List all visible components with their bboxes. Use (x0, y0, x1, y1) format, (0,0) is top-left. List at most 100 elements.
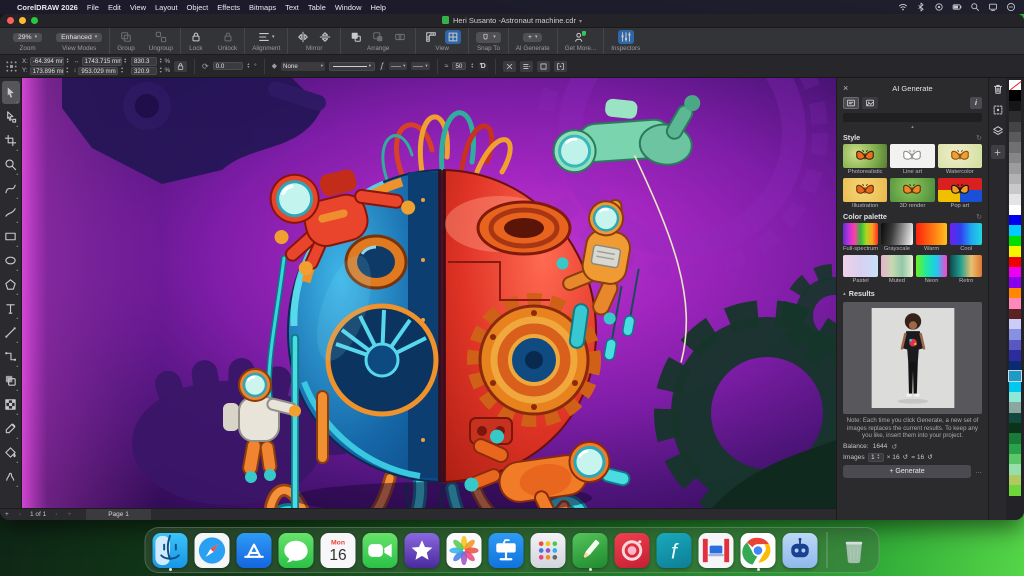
mirror-horizontal-button[interactable] (295, 30, 311, 44)
balance-history-icon[interactable]: ↺ (891, 443, 897, 451)
record-icon[interactable] (933, 2, 944, 12)
color-swatch-5ac868[interactable] (1009, 454, 1021, 465)
menu-item-bitmaps[interactable]: Bitmaps (249, 3, 276, 12)
style-thumbnail[interactable] (890, 178, 935, 202)
scale-stepper[interactable]: ▲ ▼ (159, 57, 162, 65)
palette-swatch[interactable] (950, 255, 982, 277)
color-swatch-00dd00[interactable] (1009, 235, 1021, 247)
style-refresh-icon[interactable]: ↻ (976, 134, 982, 142)
color-swatch-ff8800[interactable] (1009, 287, 1021, 299)
dock-app-launchpad[interactable] (530, 532, 566, 568)
generate-button[interactable]: + Generate (843, 464, 971, 478)
palette-option-pastel[interactable]: Pastel (843, 255, 879, 284)
object-height-field[interactable]: 953.029 mm (78, 66, 119, 75)
color-swatch-6ed63a[interactable] (1009, 485, 1021, 496)
palette-swatch[interactable] (915, 255, 948, 277)
wrap-options-dropdown[interactable] (519, 60, 533, 72)
color-swatch-707070[interactable] (1009, 142, 1021, 153)
dock-app-font-manager[interactable]: f (656, 532, 692, 568)
prompt-input[interactable] (843, 113, 982, 122)
style-thumbnail[interactable] (890, 144, 935, 168)
rotation-angle-field[interactable]: 0.0 (212, 61, 243, 71)
color-swatch-868686[interactable] (1009, 152, 1021, 164)
artistic-media-tool[interactable] (2, 201, 20, 224)
wifi-icon[interactable] (897, 2, 908, 12)
order-back-button[interactable] (370, 30, 386, 44)
color-swatch-12483e[interactable] (1009, 412, 1021, 423)
connector-tool[interactable] (2, 345, 20, 368)
color-swatch-2c2c9c[interactable] (1009, 350, 1021, 361)
color-swatch-ffffff[interactable] (1009, 204, 1021, 216)
color-swatch-5858c0[interactable] (1009, 339, 1021, 351)
rulers-button[interactable] (423, 30, 439, 44)
y-stepper[interactable]: ▲ ▼ (66, 67, 69, 74)
x-position-field[interactable]: -64.394 mm (29, 57, 64, 66)
color-swatch-0a2a72[interactable] (1009, 360, 1021, 371)
color-swatch-ccccf8[interactable] (1009, 318, 1021, 330)
dock-app-chrome[interactable] (740, 532, 776, 571)
text-wrap-button[interactable]: Ɗ (477, 61, 488, 71)
menu-item-window[interactable]: Window (335, 3, 362, 12)
color-swatch-e4e4e4[interactable] (1009, 194, 1021, 205)
page-1-tab[interactable]: Page 1 (86, 508, 151, 520)
menu-item-view[interactable]: View (130, 3, 146, 12)
color-swatch-444444[interactable] (1009, 121, 1021, 132)
pick-tool[interactable] (1, 81, 20, 104)
dock-app-messages[interactable] (278, 532, 314, 568)
rectangle-tool[interactable] (2, 225, 20, 248)
line-style-dropdown[interactable]: ▾ (329, 61, 376, 71)
color-swatch-b2b2b2[interactable] (1009, 173, 1021, 184)
color-swatch-161616[interactable] (1009, 100, 1021, 112)
smear-tool[interactable] (2, 465, 20, 488)
focus-icon[interactable] (1005, 2, 1016, 12)
palette-option-muted[interactable]: Muted (881, 255, 913, 284)
info-button[interactable]: i (970, 97, 982, 109)
color-swatch-00c8f0[interactable] (1009, 381, 1021, 392)
order-front-button[interactable] (348, 30, 364, 44)
menu-item-effects[interactable]: Effects (217, 3, 240, 12)
color-swatch-1e9ac8[interactable] (1008, 370, 1022, 382)
palette-swatch[interactable] (843, 255, 879, 277)
layers-icon[interactable] (991, 124, 1005, 138)
transparency-tool[interactable] (2, 393, 20, 416)
width-stepper[interactable]: ▲ ▼ (124, 57, 127, 65)
page-view-button[interactable] (445, 30, 462, 44)
text-to-image-toggle[interactable] (843, 97, 859, 109)
palette-option-retro[interactable]: Retro (950, 255, 982, 284)
combine-button[interactable] (392, 30, 408, 44)
bluetooth-icon[interactable] (915, 2, 926, 12)
object-origin-grid[interactable] (5, 60, 18, 73)
color-swatch-8ce8d8[interactable] (1009, 391, 1021, 403)
inspectors-button[interactable] (617, 30, 634, 44)
ai-generate-dropdown[interactable]: + ▾ (522, 32, 543, 42)
palette-refresh-icon[interactable]: ↻ (976, 213, 982, 221)
smoothing-field[interactable]: 50 (452, 61, 467, 71)
color-swatch-5a5a5a[interactable] (1009, 131, 1021, 143)
bracket-button[interactable] (553, 60, 567, 72)
x-stepper[interactable]: ▲ ▼ (66, 57, 69, 65)
color-swatch-9c9c9c[interactable] (1009, 163, 1021, 174)
text-tool[interactable] (2, 297, 20, 320)
dock-app-app-store[interactable] (236, 532, 272, 568)
color-swatch-ff88bb[interactable] (1009, 298, 1021, 309)
transform-icon[interactable] (991, 103, 1005, 117)
result-thumbnail[interactable] (843, 302, 982, 414)
color-swatch-none[interactable] (1009, 80, 1021, 91)
dock-app-finder[interactable] (152, 532, 188, 571)
dock-app-coreldraw[interactable] (572, 532, 608, 571)
ungroup-button[interactable] (153, 30, 169, 44)
color-swatch-8aa8a0[interactable] (1009, 402, 1021, 413)
smoothing-stepper[interactable]: ▲ ▼ (470, 62, 473, 70)
previous-page-button[interactable]: ‹ (14, 511, 26, 518)
menu-item-edit[interactable]: Edit (108, 3, 121, 12)
color-swatch-5a2222[interactable] (1009, 308, 1021, 319)
palette-swatch[interactable] (881, 255, 913, 277)
palette-option-full-spectrum[interactable]: Full-spectrum (843, 223, 879, 252)
style-option-render3d[interactable]: 3D render (890, 178, 935, 209)
palette-option-grayscale[interactable]: Grayscale (881, 223, 913, 252)
line-tool[interactable] (2, 321, 20, 344)
lock-button[interactable] (188, 30, 204, 44)
style-option-pop[interactable]: Pop art (937, 178, 982, 209)
dock-app-calendar[interactable]: Mon 16 (320, 532, 356, 568)
style-option-illus[interactable]: Illustration (843, 178, 888, 209)
